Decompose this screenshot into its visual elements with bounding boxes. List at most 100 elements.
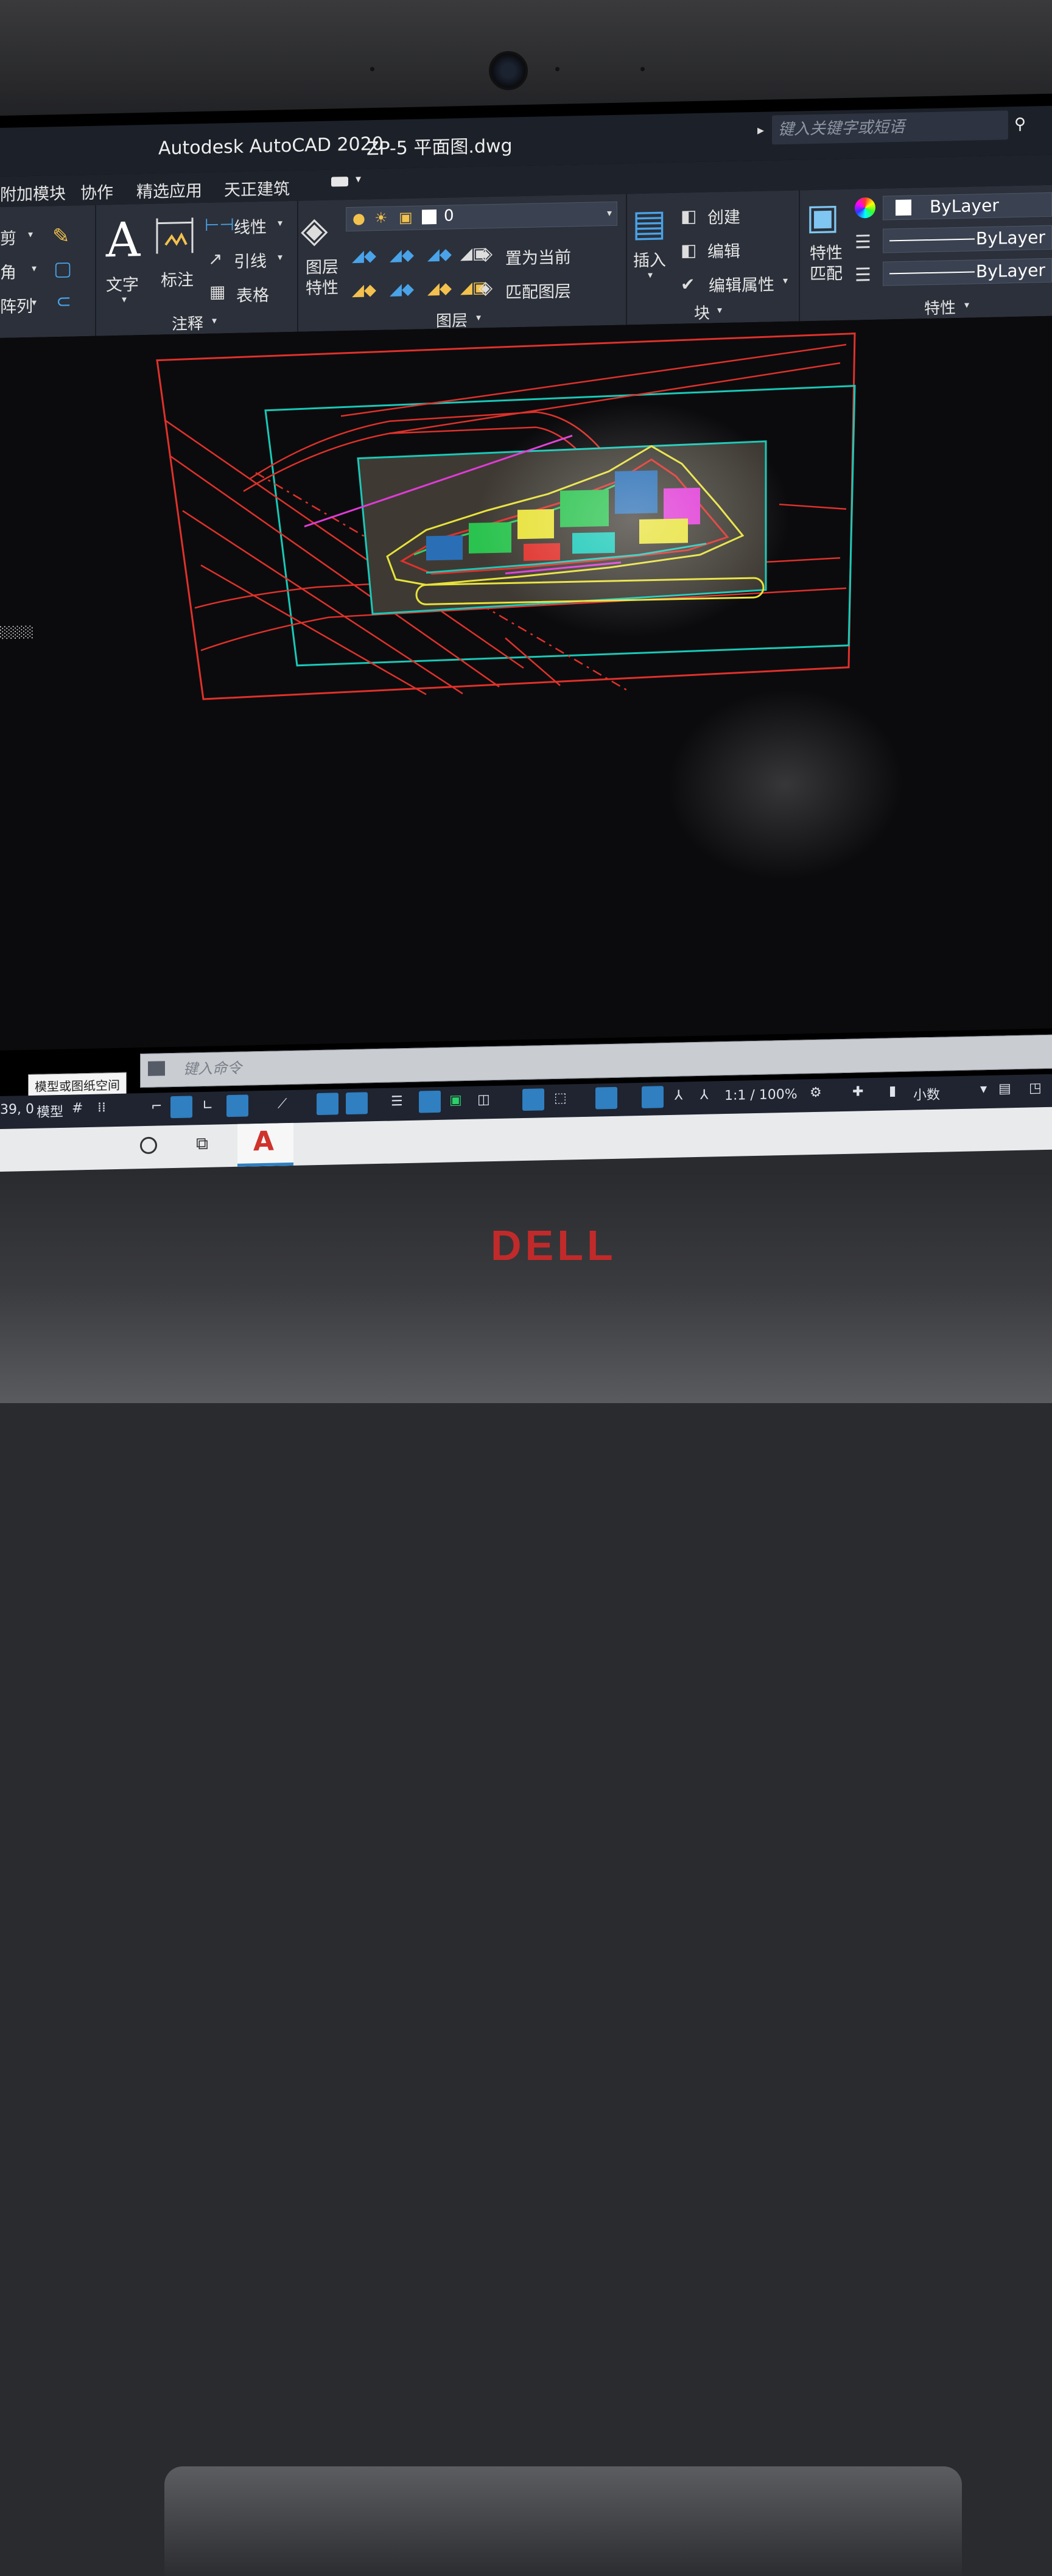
task-view-icon[interactable]: ⧉ (196, 1133, 208, 1154)
clean-screen-icon[interactable]: ◳ (1029, 1080, 1042, 1096)
layer-freeze-icon[interactable]: ◢◆ (427, 245, 452, 264)
linear-dim-icon[interactable]: ⊢⊣ (205, 214, 234, 235)
panel-title-annotation[interactable]: 注释 (172, 311, 203, 334)
dimension-button-label[interactable]: 标注 (161, 266, 194, 290)
edit-block-icon[interactable]: ◧ (681, 240, 696, 261)
object-snap-tracking-icon[interactable] (317, 1093, 338, 1116)
lineweight-icon[interactable]: ☰ (855, 264, 871, 286)
table-label[interactable]: 表格 (236, 282, 269, 306)
command-input[interactable]: 键入命令 (183, 1056, 242, 1079)
linear-label[interactable]: 线性 (234, 214, 267, 238)
layer-off-icon[interactable]: ◢◆ (352, 247, 376, 266)
layer-properties-icon[interactable]: ◈ (301, 209, 328, 251)
chevron-down-icon[interactable]: ▾ (476, 311, 481, 323)
model-space-canvas[interactable]: ░░░░ (0, 315, 1052, 1050)
transparency-icon[interactable] (419, 1090, 441, 1113)
chevron-down-icon[interactable]: ▾ (980, 1082, 987, 1097)
panel-title-block[interactable]: 块 (694, 301, 710, 324)
chevron-down-icon[interactable]: ▾ (32, 297, 37, 308)
search-icon[interactable] (140, 1136, 157, 1155)
edit-label[interactable]: 编辑 (707, 238, 740, 262)
isolate-objects-icon[interactable]: ▮ (889, 1083, 896, 1099)
offset-icon[interactable]: ⊂ (56, 291, 71, 313)
chevron-down-icon[interactable]: ▾ (648, 269, 653, 281)
customize-icon[interactable]: ▤ (998, 1081, 1011, 1096)
set-current-label[interactable]: 置为当前 (505, 244, 571, 269)
annotation-visibility-icon[interactable] (642, 1086, 664, 1108)
tab-featured-apps[interactable]: 精选应用 (136, 177, 202, 202)
lineweight-toggle-icon[interactable]: ☰ (391, 1094, 403, 1109)
insert-block-icon[interactable]: ▤ (632, 202, 667, 245)
edit-attribute-icon[interactable]: ✔ (681, 274, 695, 294)
panel-title-properties[interactable]: 特性 (924, 295, 956, 318)
chevron-down-icon[interactable]: ▾ (717, 304, 722, 315)
explode-icon[interactable]: ▢ (54, 257, 72, 281)
layer-thaw-icon[interactable]: ◢◆ (427, 279, 452, 298)
annotation-scale-value[interactable]: 1:1 / 100% (724, 1087, 798, 1104)
tab-overflow-icon[interactable] (331, 177, 348, 187)
text-button-label[interactable]: 文字 (106, 271, 139, 295)
color-dropdown[interactable]: ByLayer (883, 192, 1052, 220)
chevron-down-icon[interactable]: ▾ (964, 299, 969, 311)
erase-icon[interactable]: ✎ (52, 224, 70, 249)
selection-cycling-icon[interactable]: ▣ (449, 1093, 462, 1108)
match-properties-label[interactable]: 特性匹配 (810, 243, 846, 285)
command-history-icon[interactable] (148, 1061, 165, 1076)
plus-icon[interactable]: ✚ (852, 1084, 863, 1099)
chevron-down-icon[interactable]: ▾ (212, 315, 217, 326)
snap-icon[interactable]: ⁞⁞ (97, 1100, 106, 1115)
create-block-icon[interactable]: ◧ (681, 206, 696, 227)
chevron-down-icon[interactable]: ▾ (28, 228, 33, 240)
chevron-down-icon[interactable]: ▾ (278, 217, 282, 228)
chevron-down-icon[interactable]: ▾ (32, 262, 37, 274)
layer-properties-label[interactable]: 图层特性 (306, 257, 342, 299)
search-expand-icon[interactable]: ▸ (757, 123, 764, 138)
ortho-icon[interactable]: ∟ (202, 1098, 213, 1113)
isodraft-icon[interactable]: ⟋ (278, 1096, 287, 1111)
text-icon[interactable]: A (106, 213, 140, 268)
lineweight-dropdown[interactable]: ByLayer (883, 258, 1052, 286)
dynamic-ucs-icon[interactable] (522, 1088, 544, 1111)
tab-tangent-arch[interactable]: 天正建筑 (224, 175, 290, 200)
grid-icon[interactable]: # (72, 1100, 83, 1116)
leader-icon[interactable]: ↗ (208, 248, 222, 269)
layer-on-icon[interactable]: ◢◆ (352, 281, 376, 300)
gear-icon[interactable]: ⚙ (810, 1085, 822, 1100)
leader-label[interactable]: 引线 (234, 248, 267, 272)
set-current-icon[interactable]: ◈ (479, 243, 493, 264)
infer-constraints-icon[interactable]: ⌐ (151, 1099, 162, 1114)
table-icon[interactable]: ▦ (209, 281, 225, 302)
object-snap-icon[interactable] (346, 1092, 368, 1115)
layer-unisolate-icon[interactable]: ◢◆ (390, 280, 414, 299)
fillet-label[interactable]: 角 (0, 259, 16, 283)
3d-osnap-icon[interactable]: ◫ (477, 1092, 490, 1107)
match-layer-icon[interactable]: ◈ (479, 277, 493, 298)
array-label[interactable]: 阵列 (0, 293, 33, 317)
edit-attribute-label[interactable]: 编辑属性 (709, 271, 774, 296)
create-label[interactable]: 创建 (707, 204, 740, 228)
model-space-button[interactable]: 模型 (37, 1101, 63, 1121)
chevron-down-icon[interactable]: ▾ (356, 173, 361, 186)
chevron-down-icon[interactable]: ▾ (122, 294, 127, 305)
color-wheel-icon[interactable] (855, 197, 875, 219)
annotation-scale-icon[interactable]: ⅄ (700, 1088, 708, 1103)
tab-addins[interactable]: 附加模块 (0, 180, 66, 205)
layer-isolate-icon[interactable]: ◢◆ (390, 246, 414, 265)
gizmo-icon[interactable] (595, 1086, 617, 1110)
insert-label[interactable]: 插入 (633, 247, 666, 271)
match-properties-icon[interactable]: ▣ (806, 195, 840, 238)
dynamic-input-icon[interactable] (170, 1096, 192, 1119)
units-value[interactable]: 小数 (913, 1084, 940, 1104)
linetype-icon[interactable]: ☰ (855, 231, 871, 253)
help-search-input[interactable]: 键入关键字或短语 (772, 110, 1008, 145)
selection-filter-icon[interactable]: ⬚ (554, 1091, 567, 1106)
chevron-down-icon[interactable]: ▾ (278, 251, 282, 262)
taskbar-autocad-button[interactable]: A (237, 1122, 293, 1167)
match-layer-label[interactable]: 匹配图层 (505, 278, 571, 303)
linetype-dropdown[interactable]: ByLayer (883, 225, 1052, 253)
binoculars-icon[interactable]: ⚲ (1014, 115, 1026, 133)
tab-collaborate[interactable]: 协作 (80, 179, 113, 203)
chevron-down-icon[interactable]: ▾ (783, 275, 788, 286)
polar-tracking-icon[interactable] (226, 1094, 248, 1117)
dimension-icon[interactable] (153, 214, 197, 258)
